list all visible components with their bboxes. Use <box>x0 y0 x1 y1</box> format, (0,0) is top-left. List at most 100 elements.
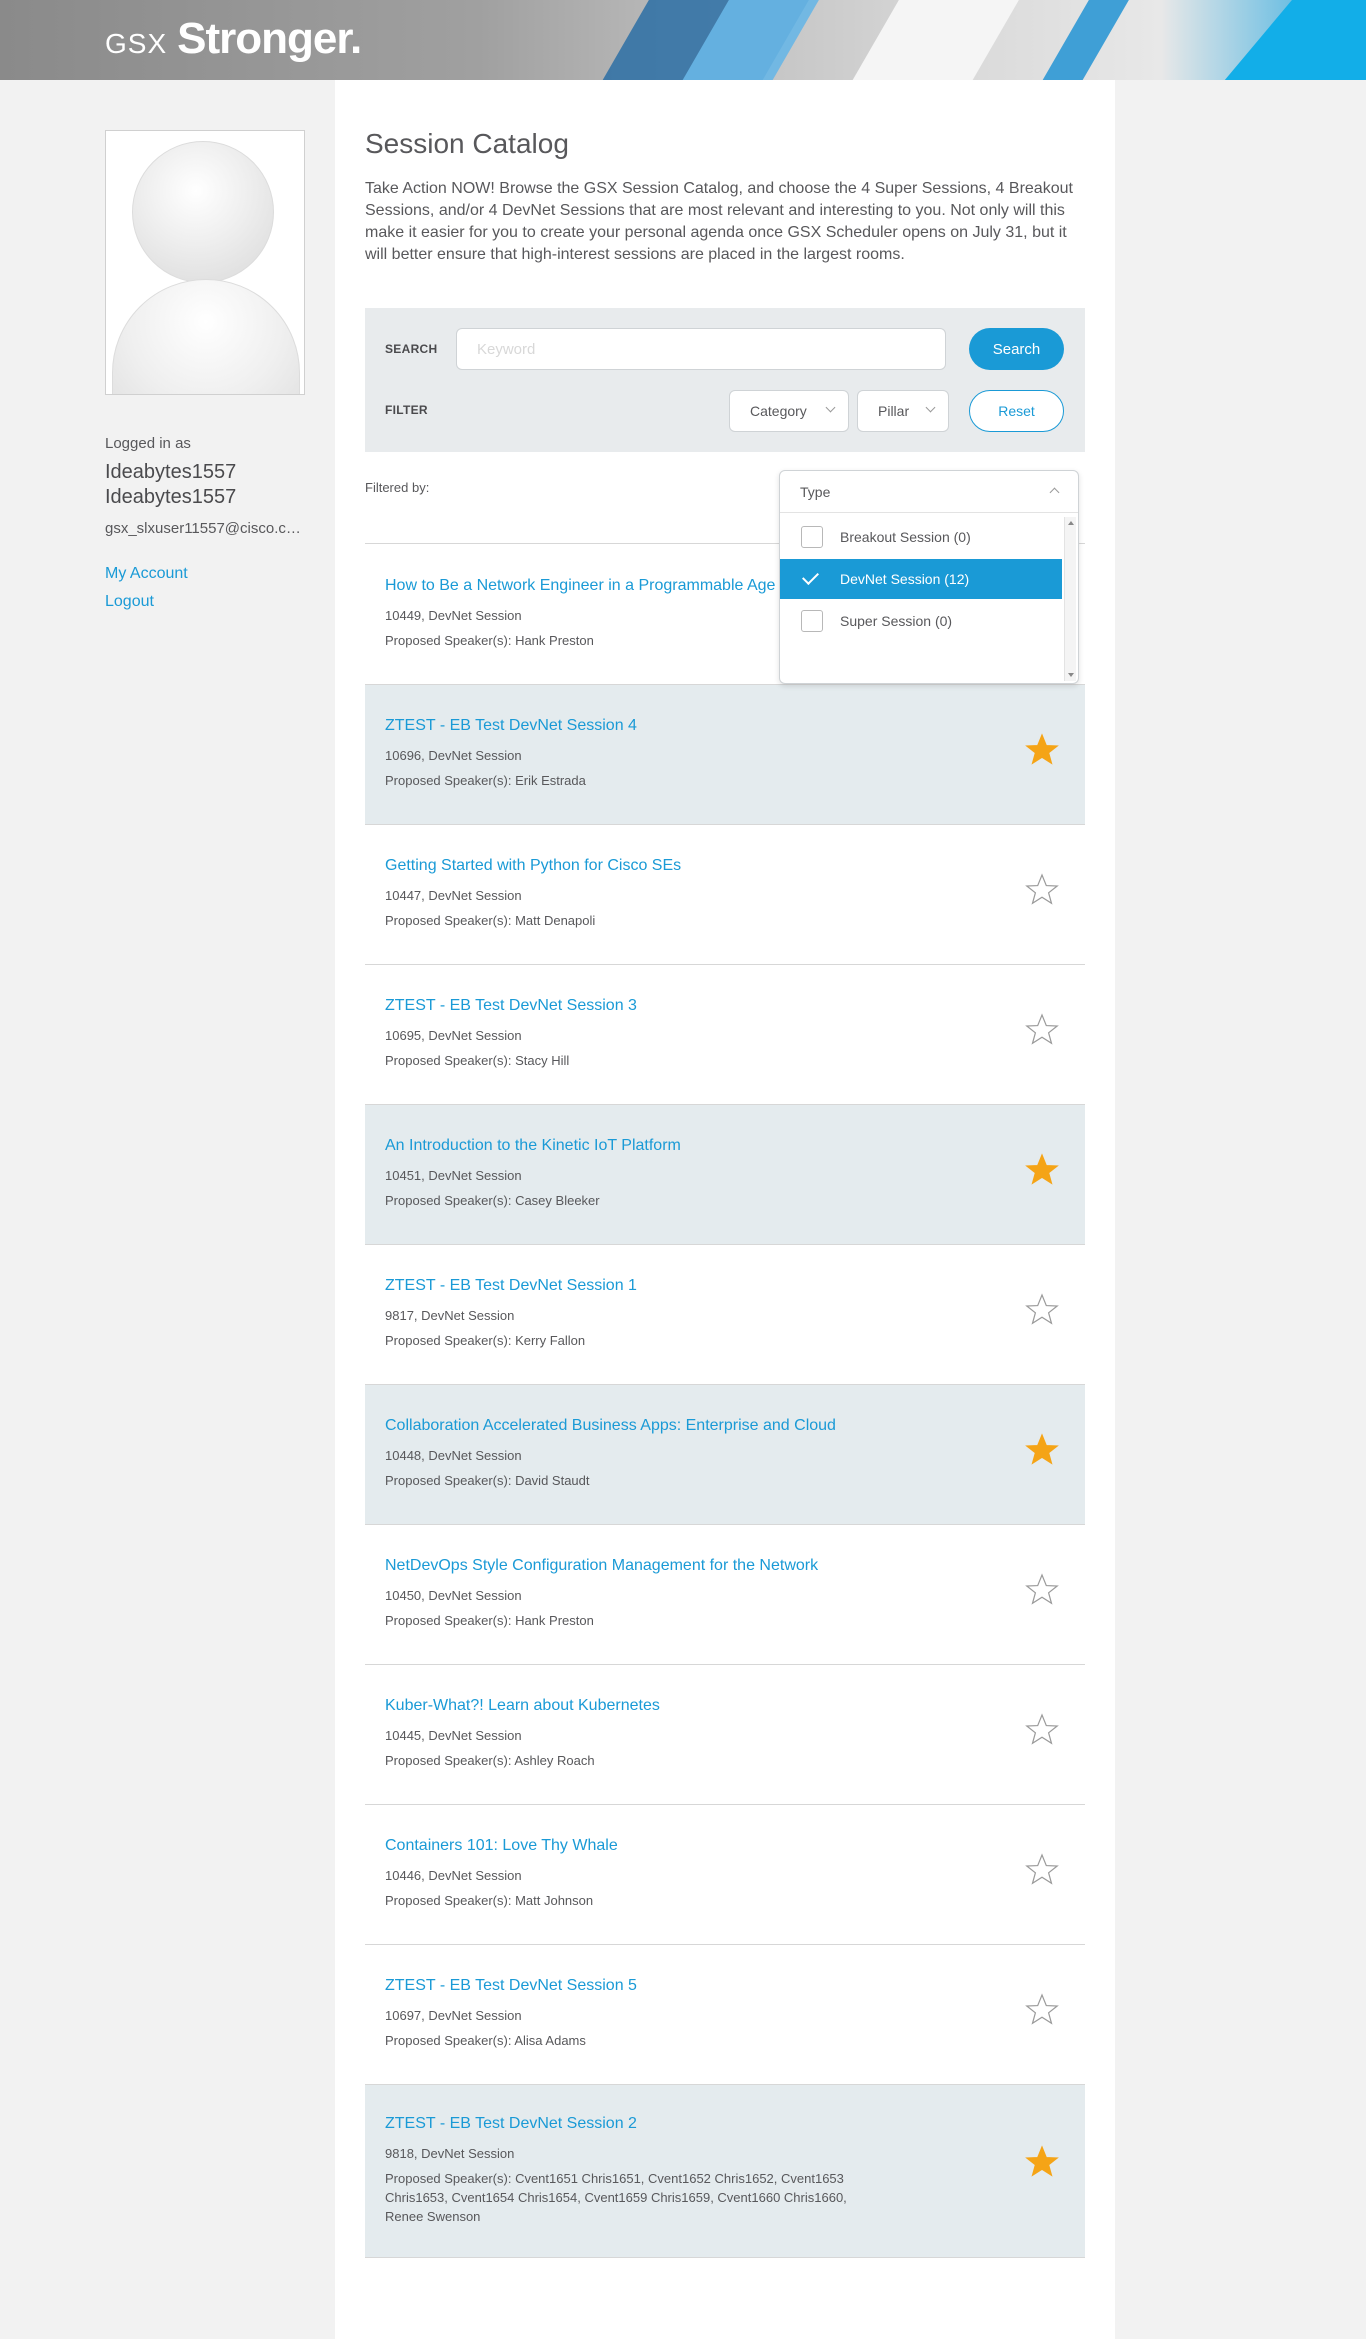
logout-link[interactable]: Logout <box>105 593 305 611</box>
avatar <box>105 130 305 395</box>
search-label: SEARCH <box>385 342 438 356</box>
banner-graphic <box>829 0 1031 80</box>
user-email: gsx_slxuser11557@cisco.com <box>105 520 305 537</box>
type-option[interactable]: Super Session (0) <box>780 601 1062 641</box>
logged-in-label: Logged in as <box>105 435 191 452</box>
star-outline-icon[interactable] <box>1025 1713 1059 1747</box>
star-outline-icon[interactable] <box>1025 1293 1059 1327</box>
intro-text: Take Action NOW! Browse the GSX Session … <box>365 180 1073 263</box>
main-panel: Session Catalog Take Action NOW! Browse … <box>335 80 1115 2339</box>
session-row: ZTEST - EB Test DevNet Session 1 9817, De… <box>365 1245 1085 1385</box>
scroll-down-icon[interactable] <box>1068 673 1074 677</box>
session-id-type: 10450, DevNet Session <box>385 1588 522 1603</box>
session-id-type: 10696, DevNet Session <box>385 748 522 763</box>
pillar-select-label: Pillar <box>878 403 910 419</box>
session-speakers: Proposed Speaker(s): David Staudt <box>385 1473 590 1488</box>
header-banner: GSX Stronger. <box>0 0 1366 80</box>
session-speakers: Proposed Speaker(s): Stacy Hill <box>385 1053 570 1068</box>
profile-sidebar: Logged in as Ideabytes1557 Ideabytes1557… <box>105 130 305 611</box>
session-speakers: Proposed Speaker(s): Cvent1651 Chris1651… <box>385 2171 847 2224</box>
session-id-type: 10445, DevNet Session <box>385 1728 522 1743</box>
type-option[interactable]: Breakout Session (0) <box>780 517 1062 557</box>
category-select-label: Category <box>750 403 807 419</box>
search-button[interactable]: Search <box>969 328 1064 370</box>
page-title: Session Catalog <box>365 128 569 159</box>
session-title-link[interactable]: ZTEST - EB Test DevNet Session 4 <box>385 717 637 735</box>
session-title-link[interactable]: How to Be a Network Engineer in a Progra… <box>385 577 775 595</box>
star-outline-icon[interactable] <box>1025 1853 1059 1887</box>
session-id-type: 10695, DevNet Session <box>385 1028 522 1043</box>
session-row: ZTEST - EB Test DevNet Session 3 10695, D… <box>365 965 1085 1105</box>
session-title-link[interactable]: ZTEST - EB Test DevNet Session 5 <box>385 1977 637 1995</box>
session-speakers: Proposed Speaker(s): Alisa Adams <box>385 2033 586 2048</box>
session-speakers: Proposed Speaker(s): Matt Denapoli <box>385 913 596 928</box>
session-id-type: 10448, DevNet Session <box>385 1448 522 1463</box>
star-filled-icon[interactable] <box>1025 2145 1059 2179</box>
type-select[interactable]: Type <box>780 471 1078 513</box>
session-title-link[interactable]: NetDevOps Style Configuration Management… <box>385 1557 818 1575</box>
session-id-type: 9817, DevNet Session <box>385 1308 515 1323</box>
brand-logo[interactable]: GSX Stronger. <box>105 14 362 64</box>
type-option-label: DevNet Session (12) <box>840 571 970 587</box>
star-outline-icon[interactable] <box>1025 1573 1059 1607</box>
session-row: ZTEST - EB Test DevNet Session 5 10697, D… <box>365 1945 1085 2085</box>
session-title-link[interactable]: Kuber-What?! Learn about Kubernetes <box>385 1697 660 1715</box>
type-option-label: Breakout Session (0) <box>840 529 971 545</box>
star-outline-icon[interactable] <box>1025 873 1059 907</box>
my-account-link[interactable]: My Account <box>105 565 305 583</box>
session-speakers: Proposed Speaker(s): Matt Johnson <box>385 1893 594 1908</box>
session-title-link[interactable]: ZTEST - EB Test DevNet Session 1 <box>385 1277 637 1295</box>
star-filled-icon[interactable] <box>1025 1153 1059 1187</box>
session-row: NetDevOps Style Configuration Management… <box>365 1525 1085 1665</box>
session-title-link[interactable]: Containers 101: Love Thy Whale <box>385 1837 618 1855</box>
search-input[interactable] <box>456 328 946 370</box>
username-line-1: Ideabytes1557 <box>105 461 237 483</box>
session-title-link[interactable]: Getting Started with Python for Cisco SE… <box>385 857 681 875</box>
session-id-type: 9818, DevNet Session <box>385 2146 515 2161</box>
reset-button[interactable]: Reset <box>969 390 1064 432</box>
banner-graphic <box>1191 0 1366 80</box>
chevron-down-icon <box>825 402 836 413</box>
star-outline-icon[interactable] <box>1025 1993 1059 2027</box>
type-dropdown[interactable]: Type Breakout Session (0) DevNet Session … <box>779 470 1079 684</box>
avatar-body <box>112 279 300 394</box>
session-title-link[interactable]: Collaboration Accelerated Business Apps:… <box>385 1417 836 1435</box>
session-id-type: 10449, DevNet Session <box>385 608 522 623</box>
checkbox[interactable] <box>801 610 823 632</box>
chevron-down-icon <box>925 402 936 413</box>
chevron-up-icon <box>1049 487 1060 498</box>
session-speakers: Proposed Speaker(s): Hank Preston <box>385 1613 594 1628</box>
username-line-2: Ideabytes1557 <box>105 486 237 508</box>
session-title-link[interactable]: ZTEST - EB Test DevNet Session 2 <box>385 2115 637 2133</box>
session-title-link[interactable]: An Introduction to the Kinetic IoT Platf… <box>385 1137 681 1155</box>
session-speakers: Proposed Speaker(s): Kerry Fallon <box>385 1333 586 1348</box>
filtered-by-label: Filtered by: <box>365 480 430 495</box>
star-outline-icon[interactable] <box>1025 1013 1059 1047</box>
banner-graphic <box>1019 0 1141 80</box>
session-title-link[interactable]: ZTEST - EB Test DevNet Session 3 <box>385 997 637 1015</box>
session-row: ZTEST - EB Test DevNet Session 4 10696, D… <box>365 685 1085 825</box>
type-option[interactable]: DevNet Session (12) <box>780 559 1062 599</box>
session-row: Getting Started with Python for Cisco SE… <box>365 825 1085 965</box>
type-select-label: Type <box>800 483 831 500</box>
session-row: An Introduction to the Kinetic IoT Platf… <box>365 1105 1085 1245</box>
session-row: ZTEST - EB Test DevNet Session 2 9818, De… <box>365 2085 1085 2258</box>
session-speakers: Proposed Speaker(s): Ashley Roach <box>385 1753 595 1768</box>
star-filled-icon[interactable] <box>1025 1433 1059 1467</box>
pillar-select[interactable]: Pillar <box>857 390 949 432</box>
star-filled-icon[interactable] <box>1025 733 1059 767</box>
type-option-label: Super Session (0) <box>840 613 953 629</box>
session-id-type: 10451, DevNet Session <box>385 1168 522 1183</box>
session-speakers: Proposed Speaker(s): Erik Estrada <box>385 773 586 788</box>
session-row: Kuber-What?! Learn about Kubernetes 10445… <box>365 1665 1085 1805</box>
session-id-type: 10447, DevNet Session <box>385 888 522 903</box>
scroll-up-icon[interactable] <box>1068 521 1074 525</box>
avatar-head <box>132 141 274 283</box>
session-row: Collaboration Accelerated Business Apps:… <box>365 1385 1085 1525</box>
checkbox[interactable] <box>801 526 823 548</box>
dropdown-scrollbar[interactable] <box>1064 517 1076 681</box>
category-select[interactable]: Category <box>729 390 849 432</box>
session-speakers: Proposed Speaker(s): Casey Bleeker <box>385 1193 600 1208</box>
brand-tagline: Stronger. <box>177 14 362 63</box>
search-filter-panel: SEARCH Search FILTER Category Pillar Res… <box>365 308 1085 452</box>
